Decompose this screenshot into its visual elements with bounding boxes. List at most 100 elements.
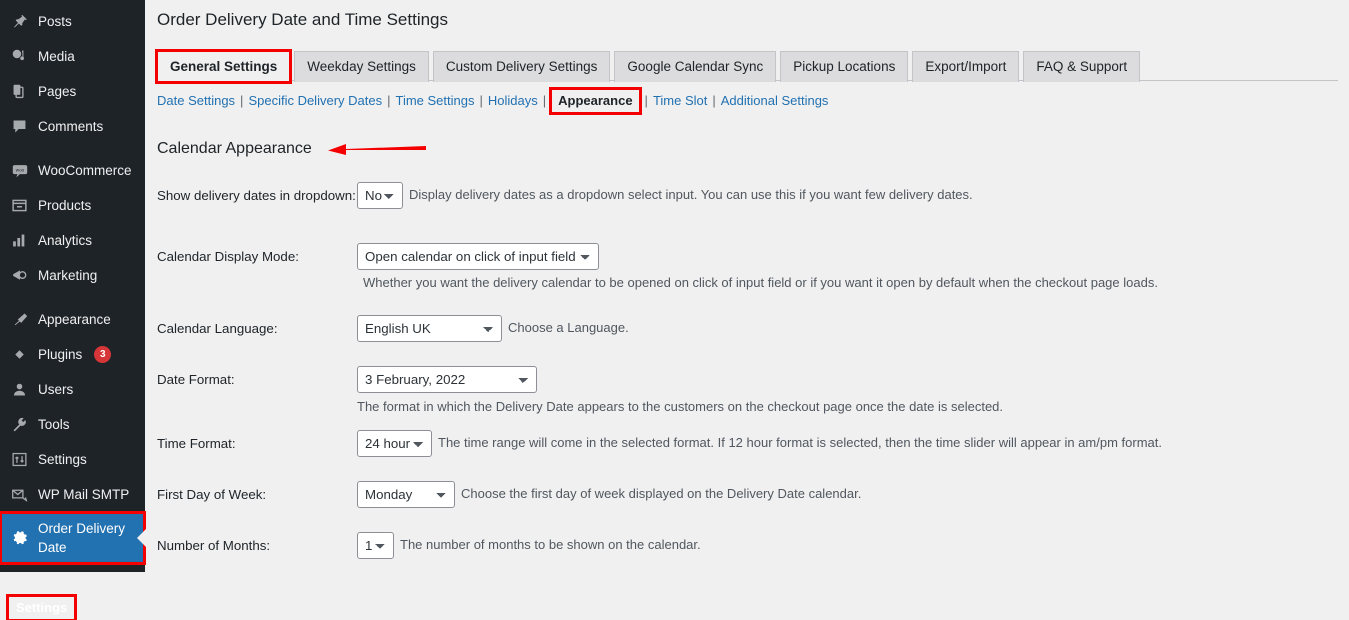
- sidebar-item-label: Comments: [38, 118, 104, 134]
- field-control: No Display delivery dates as a dropdown …: [357, 182, 1349, 209]
- admin-sidebar: Posts Media Pages Comments woo WooCommer…: [0, 0, 146, 620]
- settings-tabs-bar: General Settings Weekday Settings Custom…: [154, 49, 1338, 84]
- svg-text:woo: woo: [15, 167, 24, 172]
- sidebar-item-label: Media: [38, 48, 75, 64]
- sidebar-item-label: Plugins: [38, 346, 83, 362]
- calendar-language-select[interactable]: English UK: [357, 315, 502, 342]
- field-description: Display delivery dates as a dropdown sel…: [409, 187, 973, 202]
- tab-general-settings[interactable]: General Settings: [154, 49, 293, 84]
- sliders-icon: [10, 450, 29, 469]
- sidebar-item-comments[interactable]: Comments: [0, 109, 145, 144]
- sidebar-item-appearance[interactable]: Appearance: [0, 302, 145, 337]
- sidebar-item-label: Products: [38, 197, 92, 213]
- sidebar-item-label: WooCommerce: [38, 162, 132, 178]
- tab-custom-delivery-settings[interactable]: Custom Delivery Settings: [432, 51, 611, 82]
- row-spacer: [145, 292, 1349, 315]
- sidebar-item-label: Order Delivery Date: [38, 521, 126, 555]
- field-label: Date Format:: [157, 372, 235, 387]
- subnav-item-appearance[interactable]: Appearance: [549, 87, 642, 115]
- field-description: The time range will come in the selected…: [438, 435, 1162, 450]
- sidebar-item-users[interactable]: Users: [0, 372, 145, 407]
- subnav-item-time-slot[interactable]: Time Slot: [653, 92, 707, 110]
- first-day-of-week-select[interactable]: Monday: [357, 481, 455, 508]
- section-heading: Calendar Appearance: [157, 140, 312, 157]
- subnav-item-specific-delivery-dates[interactable]: Specific Delivery Dates: [248, 92, 382, 110]
- appearance-settings-form: Show delivery dates in dropdown: No Disp…: [145, 182, 1349, 560]
- subnav-separator: |: [644, 93, 648, 108]
- sidebar-item-plugins[interactable]: Plugins 3: [0, 337, 145, 372]
- sidebar-item-label: Posts: [38, 13, 72, 29]
- number-of-months-select[interactable]: 1: [357, 532, 394, 559]
- comment-icon: [10, 117, 29, 136]
- envelope-icon: [10, 485, 29, 504]
- sidebar-item-label: Marketing: [38, 267, 98, 283]
- subnav-separator: |: [387, 93, 391, 108]
- field-description: Choose a Language.: [508, 320, 629, 335]
- subnav-separator: |: [542, 93, 547, 108]
- subnav-item-holidays[interactable]: Holidays: [488, 92, 538, 110]
- tab-pickup-locations[interactable]: Pickup Locations: [780, 51, 909, 82]
- products-icon: [10, 196, 29, 215]
- admin-screen: Posts Media Pages Comments woo WooCommer…: [0, 0, 1349, 620]
- field-label: Calendar Language:: [157, 321, 278, 336]
- sidebar-divider-2: [0, 293, 145, 302]
- sidebar-item-order-delivery-date[interactable]: Order Delivery Date: [0, 511, 146, 565]
- field-control: English UK Choose a Language.: [357, 315, 1349, 342]
- section-heading-wrap: Calendar Appearance: [157, 138, 1349, 160]
- field-row-calendar-language: Calendar Language: English UK Choose a L…: [145, 315, 1349, 343]
- tab-export-import[interactable]: Export/Import: [912, 51, 1020, 82]
- red-arrow-annotation-icon: [326, 138, 431, 160]
- sidebar-item-woocommerce[interactable]: woo WooCommerce: [0, 153, 145, 188]
- sidebar-item-label: Appearance: [38, 311, 111, 327]
- subnav: Date Settings | Specific Delivery Dates …: [157, 87, 1349, 115]
- sidebar-item-products[interactable]: Products: [0, 188, 145, 223]
- brush-icon: [10, 310, 29, 329]
- show-delivery-dates-dropdown-select[interactable]: No: [357, 182, 403, 209]
- sidebar-item-wp-mail-smtp[interactable]: WP Mail SMTP: [0, 477, 145, 512]
- sidebar-item-posts[interactable]: Posts: [0, 4, 145, 39]
- sidebar-item-analytics[interactable]: Analytics: [0, 223, 145, 258]
- pin-icon: [10, 12, 29, 31]
- gear-icon: [10, 529, 29, 548]
- sidebar-item-label: Settings: [38, 451, 87, 467]
- settings-tabs: General Settings Weekday Settings Custom…: [154, 49, 1338, 84]
- tab-weekday-settings[interactable]: Weekday Settings: [294, 51, 429, 82]
- tab-google-calendar-sync[interactable]: Google Calendar Sync: [614, 51, 777, 82]
- field-control: Open calendar on click of input field Wh…: [357, 243, 1349, 292]
- media-icon: [10, 47, 29, 66]
- field-label: Show delivery dates in dropdown:: [157, 188, 356, 203]
- field-label: Number of Months:: [157, 538, 271, 553]
- tab-faq-support[interactable]: FAQ & Support: [1023, 51, 1141, 82]
- sidebar-subitem-settings[interactable]: Settings: [5, 594, 78, 620]
- sidebar-item-marketing[interactable]: Marketing: [0, 258, 145, 293]
- row-spacer: [145, 416, 1349, 430]
- field-description: Choose the first day of week displayed o…: [461, 486, 862, 501]
- plugin-icon: [10, 345, 29, 364]
- field-row-time-format: Time Format: 24 hour The time range will…: [145, 430, 1349, 458]
- submenu-pointer-icon: [137, 529, 146, 547]
- date-format-select[interactable]: 3 February, 2022: [357, 366, 537, 393]
- field-control: 1 The number of months to be shown on th…: [357, 532, 1349, 559]
- row-spacer: [145, 509, 1349, 532]
- sidebar-subitem-delivery-calendar[interactable]: Delivery Calendar: [0, 570, 145, 596]
- field-control: 24 hour The time range will come in the …: [357, 430, 1349, 457]
- subnav-separator: |: [479, 93, 483, 108]
- subnav-item-additional-settings[interactable]: Additional Settings: [721, 92, 829, 110]
- time-format-select[interactable]: 24 hour: [357, 430, 432, 457]
- sidebar-item-pages[interactable]: Pages: [0, 74, 145, 109]
- field-label: Time Format:: [157, 436, 236, 451]
- sidebar-item-label: Pages: [38, 83, 77, 99]
- field-description: Whether you want the delivery calendar t…: [363, 275, 1158, 290]
- calendar-display-mode-select[interactable]: Open calendar on click of input field: [357, 243, 599, 270]
- pages-icon: [10, 82, 29, 101]
- subnav-item-date-settings[interactable]: Date Settings: [157, 92, 235, 110]
- subnav-item-time-settings[interactable]: Time Settings: [395, 92, 474, 110]
- sidebar-item-tools[interactable]: Tools: [0, 407, 145, 442]
- subnav-separator: |: [712, 93, 716, 108]
- sidebar-item-label: WP Mail SMTP: [38, 486, 130, 502]
- field-label: Calendar Display Mode:: [157, 249, 299, 264]
- sidebar-item-media[interactable]: Media: [0, 39, 145, 74]
- sidebar-item-settings[interactable]: Settings: [0, 442, 145, 477]
- field-control: Monday Choose the first day of week disp…: [357, 481, 1349, 508]
- field-row-first-day-of-week: First Day of Week: Monday Choose the fir…: [145, 481, 1349, 509]
